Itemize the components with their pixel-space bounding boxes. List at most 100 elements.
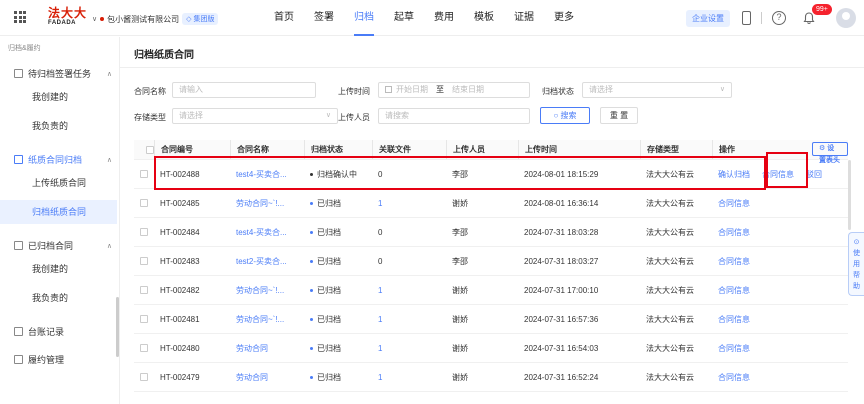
sidebar-group[interactable]: 履约管理 [14,353,112,366]
nav-item[interactable]: 更多 [554,0,574,36]
cell-name[interactable]: 劳动合同 [236,343,268,354]
table-cell: 谢娇 [452,363,518,391]
storage-type-select[interactable]: 请选择 ∨ [172,108,338,124]
table-row[interactable]: HT-002484 test4-买卖合... 已归档 0 李邵 2024-07-31 18… [134,218,848,247]
chevron-down-icon: ∨ [92,16,98,23]
cell-name[interactable]: 劳动合同~`!... [236,198,284,209]
cell-name[interactable]: test4-买卖合... [236,227,287,238]
select-all-checkbox[interactable] [146,145,154,154]
cell-files[interactable]: 1 [378,286,382,295]
search-button[interactable]: ○ 搜索 [540,107,590,124]
action-link[interactable]: 合同信息 [718,314,750,325]
nav-item[interactable]: 首页 [274,0,294,36]
row-checkbox[interactable] [140,170,148,178]
table-row[interactable]: HT-002481 劳动合同~`!... 已归档 1 谢娇 2024-07-31 16:5… [134,305,848,334]
nav-item[interactable]: 证据 [514,0,534,36]
cell-files[interactable]: 1 [378,199,382,208]
avatar[interactable] [836,8,856,28]
row-checkbox[interactable] [140,228,148,236]
table-row[interactable]: HT-002482 劳动合同~`!... 已归档 1 谢娇 2024-07-31 17:0… [134,276,848,305]
cell-files[interactable]: 1 [378,373,382,382]
table-cell: 李邵 [452,247,518,275]
cell-status: 已归档 [317,198,341,208]
upload-date-range-picker[interactable]: 开始日期至结束日期 [378,82,530,98]
cell-storage: 法大大公有云 [646,372,694,382]
help-icon[interactable]: ? [772,11,786,25]
nav-item[interactable]: 费用 [434,0,454,36]
mobile-icon[interactable] [742,11,751,25]
action-link[interactable]: 合同信息 [718,343,750,354]
table-cell: 0 [378,218,446,246]
table-row[interactable]: HT-002479 劳动合同 已归档 1 谢娇 2024-07-31 16:52:24 法大… [134,363,848,392]
gear-icon: ⚙ [819,145,828,152]
select-all-cell [140,140,154,159]
apps-grid-icon[interactable] [14,11,26,23]
sidebar-scrollbar[interactable] [116,297,119,357]
table-row[interactable]: HT-002480 劳动合同 已归档 1 谢娇 2024-07-31 16:54:03 法大… [134,334,848,363]
action-link[interactable]: 合同信息 [718,256,750,267]
cell-storage: 法大大公有云 [646,314,694,324]
cell-uploader: 谢娇 [452,372,468,382]
archive-status-select[interactable]: 请选择 ∨ [582,82,732,98]
sidebar-item[interactable]: 我创建的 [0,257,117,281]
row-checkbox[interactable] [140,257,148,265]
cell-name[interactable]: 劳动合同~`!... [236,314,284,325]
table-cell: 法大大公有云 [646,218,712,246]
sidebar-group[interactable]: 台账记录 [14,325,112,338]
contract-name-input[interactable]: 请输入 [172,82,316,98]
action-link[interactable]: 合同信息 [762,169,794,180]
nav-item[interactable]: 签署 [314,0,334,36]
sidebar-item[interactable]: 归档纸质合同 [0,200,117,224]
cell-files[interactable]: 1 [378,344,382,353]
sidebar-item[interactable]: 上传纸质合同 [0,171,117,195]
row-checkbox[interactable] [140,199,148,207]
table-row[interactable]: HT-002483 test2-买卖合... 已归档 0 李邵 2024-07-31 18… [134,247,848,276]
folder-icon [14,355,23,364]
enterprise-settings-button[interactable]: 企业设置 [686,10,730,27]
cell-name[interactable]: test2-买卖合... [236,256,287,267]
main-scrollbar[interactable] [848,160,851,230]
action-link[interactable]: 确认归档 [718,169,750,180]
fadada-logo[interactable]: 法大大 FADADA [48,7,87,27]
row-select-cell [140,305,154,333]
sidebar-item[interactable]: 我负责的 [0,286,117,310]
sidebar-item[interactable]: 我负责的 [0,114,117,138]
action-link[interactable]: 合同信息 [718,285,750,296]
cell-name[interactable]: test4-买卖合... [236,169,287,180]
action-link[interactable]: 合同信息 [718,227,750,238]
nav-item[interactable]: 起草 [394,0,414,36]
cell-storage: 法大大公有云 [646,198,694,208]
cell-status: 已归档 [317,285,341,295]
action-link[interactable]: 驳回 [806,169,822,180]
table-row[interactable]: HT-002485 劳动合同~`!... 已归档 1 谢娇 2024-08-01 16:3… [134,189,848,218]
table-row[interactable]: HT-002488 test4-买卖合... 归档确认中 0 李邵 2024-08-01 … [134,160,848,189]
row-actions: 合同信息 [718,334,848,362]
row-checkbox[interactable] [140,373,148,381]
table-settings-button[interactable]: ⚙ 设置表头 [812,142,848,164]
sidebar-group[interactable]: 纸质合同归档 ∧ [14,153,112,166]
sidebar-group[interactable]: 已归档合同 ∧ [14,239,112,252]
action-link[interactable]: 合同信息 [718,198,750,209]
sidebar-item[interactable]: 我创建的 [0,85,117,109]
row-select-cell [140,334,154,362]
sidebar-group[interactable]: 待归档签署任务 ∧ [14,67,112,80]
company-switcher[interactable]: ∨ 包小酱测试有限公司 ◇ 集团版 [92,13,219,25]
help-side-tab[interactable]: ⊙ 使用帮助 [848,232,864,296]
nav-item[interactable]: 模板 [474,0,494,36]
chevron-down-icon: ∨ [325,112,331,119]
row-checkbox[interactable] [140,286,148,294]
table-cell: 谢娇 [452,189,518,217]
cell-status: 已归档 [317,372,341,382]
row-checkbox[interactable] [140,315,148,323]
cell-name[interactable]: 劳动合同 [236,372,268,383]
action-link[interactable]: 合同信息 [718,372,750,383]
cell-name[interactable]: 劳动合同~`!... [236,285,284,296]
cell-storage: 法大大公有云 [646,285,694,295]
nav-item[interactable]: 归档 [354,0,374,36]
help-side-tab-label: 使用帮助 [853,250,860,290]
uploader-search-input[interactable]: 请搜索 [378,108,530,124]
cell-files[interactable]: 1 [378,315,382,324]
row-checkbox[interactable] [140,344,148,352]
reset-button[interactable]: 重 置 [600,107,638,124]
chevron-up-icon: ∧ [106,156,112,164]
